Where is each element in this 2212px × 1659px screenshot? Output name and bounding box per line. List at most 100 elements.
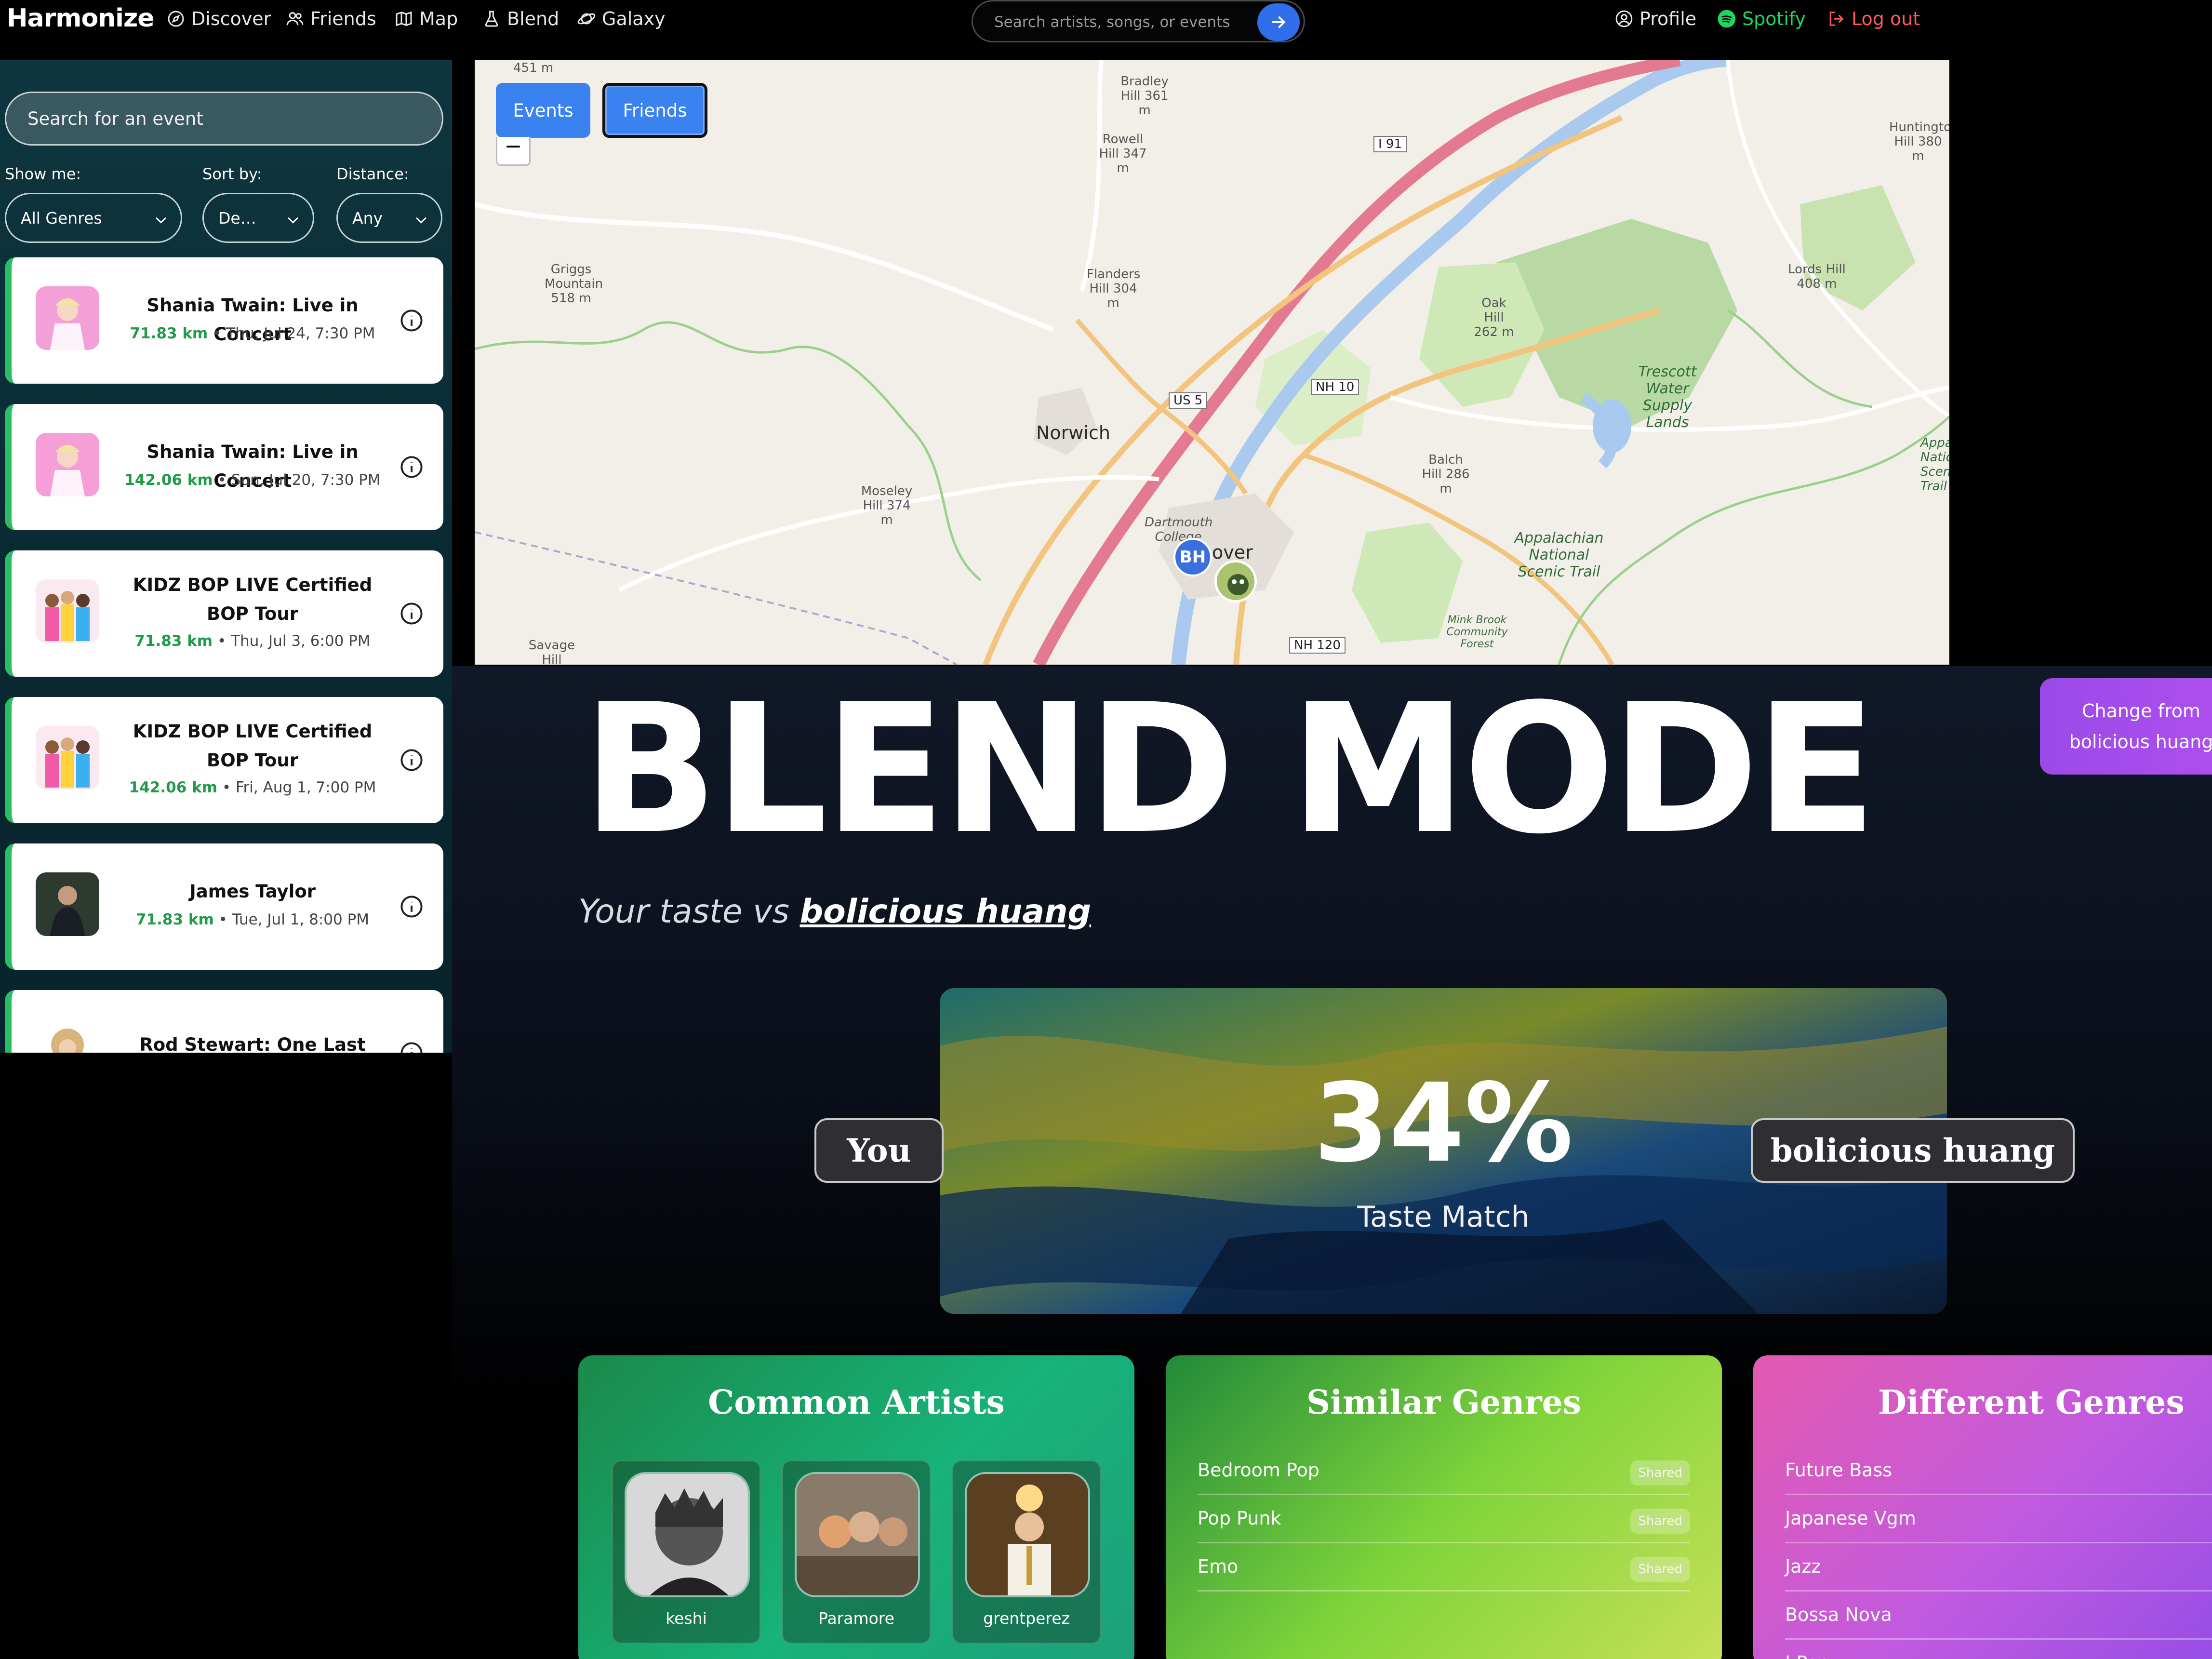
event-thumbnail	[36, 579, 99, 643]
event-meta: 71.83 km • Thu, Jul 24, 7:30 PM	[118, 325, 387, 342]
event-list: Shania Twain: Live in Concert 71.83 km •…	[0, 257, 452, 1053]
global-search-input[interactable]	[994, 10, 1254, 34]
users-icon	[286, 12, 304, 26]
road-shield: NH 10	[1311, 379, 1359, 395]
info-icon[interactable]	[399, 455, 424, 480]
blend-title: BLEND MODE	[582, 666, 1877, 873]
similar-genres-panel: Similar Genres Bedroom Pop Shared Pop Pu…	[1166, 1355, 1722, 1659]
partner-pill: bolicious huang	[1751, 1118, 2075, 1183]
event-thumbnail	[36, 286, 99, 350]
event-card[interactable]: Rod Stewart: One Last Time	[5, 990, 443, 1053]
user-avatar-marker[interactable]	[1214, 560, 1257, 602]
genre-row: Bossa Nova	[1785, 1592, 2212, 1640]
blend-partner-link[interactable]: bolicious huang	[800, 893, 1092, 931]
chevron-down-icon	[416, 217, 426, 224]
map-label: Savage Hill	[528, 638, 575, 665]
map-label: Trescott Water Supply Lands	[1638, 363, 1697, 431]
blend-subtitle-prefix: Your taste vs	[578, 893, 800, 931]
event-card[interactable]: KIDZ BOP LIVE Certified BOP Tour 71.83 k…	[5, 550, 443, 677]
artist-photo	[795, 1472, 920, 1597]
artist-name: grentperez	[983, 1609, 1070, 1628]
event-distance: 142.06 km	[129, 779, 217, 796]
event-date: • Thu, Jul 24, 7:30 PM	[208, 325, 375, 342]
compass-icon	[168, 11, 184, 27]
artist-card[interactable]: Paramore	[782, 1460, 931, 1644]
genre-row: Emo Shared	[1198, 1543, 1690, 1592]
nav-galaxy-label: Galaxy	[602, 8, 666, 29]
event-date: • Thu, Jul 3, 6:00 PM	[213, 632, 371, 650]
arrow-right-icon	[1272, 16, 1286, 28]
genre-name: Bossa Nova	[1785, 1604, 1892, 1625]
genre-name: Emo	[1198, 1556, 1239, 1577]
shared-badge: Shared	[1630, 1509, 1690, 1534]
nav-map-label: Map	[419, 8, 458, 29]
event-card[interactable]: Shania Twain: Live in Concert 71.83 km •…	[5, 257, 443, 384]
map-label: Mink Brook Community Forest	[1446, 614, 1508, 650]
change-partner-button[interactable]: Change from bolicious huang	[2040, 678, 2212, 775]
info-icon[interactable]	[399, 308, 424, 333]
info-icon[interactable]	[399, 894, 424, 919]
artist-name: Paramore	[818, 1609, 894, 1628]
genre-name: Japanese Vgm	[1785, 1508, 1916, 1529]
map-label: Appalachian National Scenic Trail	[1514, 530, 1604, 580]
nav-discover[interactable]: Discover	[166, 7, 271, 31]
info-icon[interactable]	[399, 601, 424, 626]
nav-blend[interactable]: Blend	[482, 7, 559, 31]
search-submit-button[interactable]	[1257, 3, 1300, 41]
artist-card[interactable]: keshi	[612, 1460, 760, 1644]
zoom-out-button[interactable]: −	[496, 136, 531, 166]
event-card[interactable]: James Taylor 71.83 km • Tue, Jul 1, 8:00…	[5, 843, 443, 970]
event-card[interactable]: KIDZ BOP LIVE Certified BOP Tour 142.06 …	[5, 697, 443, 823]
nav-profile[interactable]: Profile	[1614, 7, 1696, 31]
sort-select[interactable]: De…	[202, 193, 314, 243]
nav-logout[interactable]: Log out	[1826, 7, 1920, 31]
info-icon[interactable]	[399, 1041, 424, 1053]
map-icon	[396, 11, 412, 27]
map-label: Balch Hill 286 m	[1422, 453, 1470, 496]
sort-by-label: Sort by:	[202, 165, 262, 183]
event-thumbnail	[36, 726, 99, 789]
user-circle-icon	[1615, 10, 1633, 27]
sort-select-value: De…	[218, 208, 256, 227]
nav-galaxy[interactable]: Galaxy	[577, 7, 666, 31]
you-pill: You	[814, 1118, 944, 1183]
event-search-input[interactable]	[5, 92, 443, 146]
events-map[interactable]: Events Friends − 451 m Bradley Hill 361 …	[475, 60, 1949, 665]
nav-friends[interactable]: Friends	[285, 7, 376, 31]
info-icon[interactable]	[399, 748, 424, 773]
map-label: Huntington Hill 380 m	[1889, 120, 1949, 163]
map-tab-friends[interactable]: Friends	[602, 83, 707, 138]
friend-marker[interactable]: BH	[1173, 538, 1212, 576]
map-tab-events[interactable]: Events	[496, 83, 590, 138]
nav-profile-label: Profile	[1639, 8, 1697, 29]
map-label: Lords Hill 408 m	[1788, 262, 1846, 291]
map-label-town: Norwich	[1036, 422, 1110, 443]
flask-icon	[485, 11, 498, 27]
event-date: • Sun, Jul 20, 7:30 PM	[213, 471, 381, 489]
nav-spotify[interactable]: Spotify	[1717, 7, 1806, 31]
distance-select[interactable]: Any	[336, 193, 442, 243]
map-label: Oak Hill 262 m	[1474, 296, 1514, 339]
genre-row: Bedroom Pop Shared	[1198, 1447, 1690, 1495]
nav-spotify-label: Spotify	[1742, 8, 1806, 29]
genre-select-value: All Genres	[21, 208, 102, 227]
global-search	[972, 0, 1305, 42]
event-distance: 71.83 km	[135, 911, 214, 928]
event-title: Rod Stewart: One Last Time	[139, 1034, 366, 1053]
event-card[interactable]: Shania Twain: Live in Concert 142.06 km …	[5, 404, 443, 530]
genre-name: Jazz	[1785, 1556, 1821, 1577]
road-shield: NH 120	[1289, 637, 1346, 654]
brand-logo[interactable]: Harmonize	[7, 4, 155, 33]
map-label: Bradley Hill 361 m	[1120, 74, 1169, 118]
nav-friends-label: Friends	[310, 8, 376, 29]
nav-map[interactable]: Map	[394, 7, 458, 31]
artist-photo	[625, 1472, 750, 1597]
artist-photo	[965, 1472, 1090, 1597]
genre-select[interactable]: All Genres	[5, 193, 182, 243]
genre-name: Bedroom Pop	[1198, 1459, 1319, 1481]
genre-name: J-Pop	[1785, 1652, 1830, 1659]
blend-section: BLEND MODE Your taste vs bolicious huang…	[452, 666, 2212, 1659]
artist-card[interactable]: grentperez	[952, 1460, 1101, 1644]
road-shield: US 5	[1169, 392, 1208, 409]
nav-logout-label: Log out	[1852, 8, 1920, 29]
